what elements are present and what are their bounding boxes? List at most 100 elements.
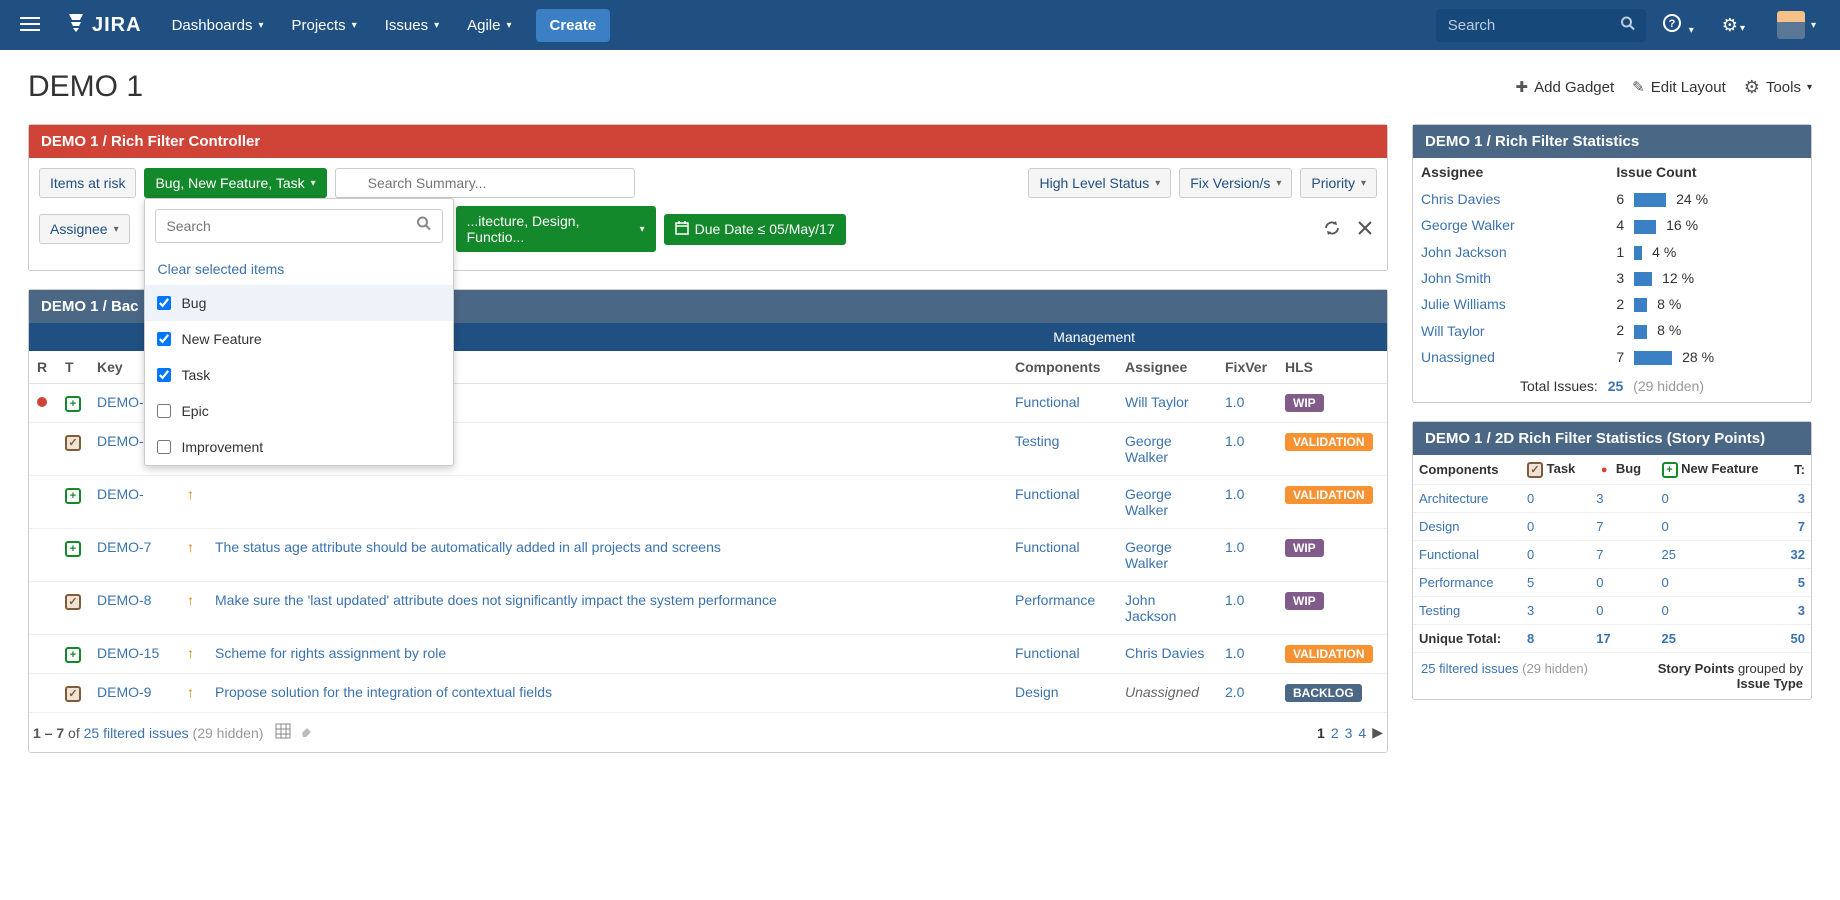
refresh-icon[interactable] <box>1319 215 1345 244</box>
next-page-icon[interactable]: ▶ <box>1372 724 1383 741</box>
stats-assignee-link[interactable]: George Walker <box>1421 217 1515 233</box>
issue-type-filter[interactable]: Bug, New Feature, Task▾ <box>144 168 326 198</box>
col-fixver[interactable]: FixVer <box>1217 351 1277 384</box>
col-hls[interactable]: HLS <box>1277 351 1387 384</box>
page-2[interactable]: 2 <box>1331 725 1339 741</box>
twod-component-link[interactable]: Functional <box>1419 547 1479 562</box>
twod-component-link[interactable]: Performance <box>1419 575 1493 590</box>
settings-icon[interactable]: ⚙▾ <box>1710 15 1757 36</box>
items-at-risk-filter[interactable]: Items at risk <box>39 168 136 198</box>
nav-dashboards[interactable]: Dashboards▾ <box>160 0 276 50</box>
component-link[interactable]: Functional <box>1015 394 1080 410</box>
page-1[interactable]: 1 <box>1317 725 1325 741</box>
stats-assignee-link[interactable]: Julie Williams <box>1421 296 1506 312</box>
newfeature-icon: + <box>65 541 81 557</box>
priority-up-icon: ↑ <box>187 684 194 700</box>
fixver-link[interactable]: 1.0 <box>1225 592 1244 608</box>
components-filter[interactable]: ...itecture, Design, Functio...▾ <box>456 206 656 252</box>
table-row[interactable]: ✓ DEMO-9 ↑ Propose solution for the inte… <box>29 674 1387 713</box>
component-link[interactable]: Functional <box>1015 539 1080 555</box>
add-gadget-button[interactable]: ✚ Add Gadget <box>1516 78 1615 96</box>
fixver-link[interactable]: 1.0 <box>1225 539 1244 555</box>
component-link[interactable]: Functional <box>1015 486 1080 502</box>
create-button[interactable]: Create <box>536 9 611 42</box>
summary-link[interactable]: Make sure the 'last updated' attribute d… <box>215 592 777 608</box>
eraser-icon[interactable] <box>299 723 315 742</box>
twod-component-link[interactable]: Architecture <box>1419 491 1488 506</box>
table-row[interactable]: ✓ DEMO-8 ↑ Make sure the 'last updated' … <box>29 582 1387 635</box>
stats-assignee-link[interactable]: John Jackson <box>1421 244 1507 260</box>
summary-link[interactable]: Propose solution for the integration of … <box>215 684 552 700</box>
dropdown-option-task[interactable]: Task <box>145 357 453 393</box>
assignee-link[interactable]: Will Taylor <box>1125 394 1189 410</box>
assignee-link[interactable]: Chris Davies <box>1125 645 1204 661</box>
nav-issues[interactable]: Issues▾ <box>373 0 451 50</box>
issue-key-link[interactable]: DEMO-8 <box>97 592 151 608</box>
task-icon: ✓ <box>65 594 81 610</box>
hamburger-menu[interactable] <box>12 5 48 46</box>
stats-assignee-link[interactable]: John Smith <box>1421 270 1491 286</box>
issue-key-link[interactable]: DEMO- <box>97 433 144 449</box>
filtered-issues-link[interactable]: 25 filtered issues <box>84 725 189 741</box>
col-assignee[interactable]: Assignee <box>1117 351 1217 384</box>
twod-component-link[interactable]: Design <box>1419 519 1459 534</box>
fixver-link[interactable]: 1.0 <box>1225 645 1244 661</box>
component-link[interactable]: Design <box>1015 684 1059 700</box>
nav-agile[interactable]: Agile▾ <box>455 0 523 50</box>
tools-menu[interactable]: ⚙ Tools ▾ <box>1744 77 1812 98</box>
component-link[interactable]: Functional <box>1015 645 1080 661</box>
fixver-link[interactable]: 2.0 <box>1225 684 1244 700</box>
page-3[interactable]: 3 <box>1345 725 1353 741</box>
dropdown-search-input[interactable] <box>156 210 442 242</box>
fix-version-filter[interactable]: Fix Version/s▾ <box>1179 168 1292 198</box>
table-row[interactable]: + DEMO-7 ↑ The status age attribute shou… <box>29 529 1387 582</box>
issue-key-link[interactable]: DEMO- <box>97 394 144 410</box>
issue-key-link[interactable]: DEMO-15 <box>97 645 159 661</box>
dropdown-option-bug[interactable]: Bug <box>145 285 453 321</box>
page-4[interactable]: 4 <box>1358 725 1366 741</box>
twod-filtered-link[interactable]: 25 filtered issues <box>1421 661 1519 676</box>
twod-component-link[interactable]: Testing <box>1419 603 1460 618</box>
issue-key-link[interactable]: DEMO- <box>97 486 144 502</box>
summary-link[interactable]: The status age attribute should be autom… <box>215 539 721 555</box>
edit-layout-button[interactable]: ✎ Edit Layout <box>1632 78 1726 96</box>
component-link[interactable]: Performance <box>1015 592 1095 608</box>
jira-logo[interactable]: JIRA <box>52 12 156 38</box>
summary-link[interactable]: Scheme for rights assignment by role <box>215 645 446 661</box>
user-menu[interactable]: ▾ <box>1761 11 1828 39</box>
dropdown-option-epic[interactable]: Epic <box>145 393 453 429</box>
assignee-unassigned: Unassigned <box>1125 684 1199 700</box>
stats-assignee-link[interactable]: Chris Davies <box>1421 191 1500 207</box>
fixver-link[interactable]: 1.0 <box>1225 394 1244 410</box>
due-date-filter[interactable]: Due Date ≤ 05/May/17 <box>664 214 846 245</box>
grid-icon[interactable] <box>275 723 291 742</box>
assignee-link[interactable]: George Walker <box>1125 539 1172 571</box>
global-search-input[interactable] <box>1436 9 1646 42</box>
nav-projects[interactable]: Projects▾ <box>280 0 369 50</box>
col-type[interactable]: T <box>57 351 89 384</box>
stats-assignee-link[interactable]: Unassigned <box>1421 349 1495 365</box>
clear-selected-link[interactable]: Clear selected items <box>145 253 453 285</box>
search-summary-input[interactable] <box>335 168 635 198</box>
component-link[interactable]: Testing <box>1015 433 1059 449</box>
fixver-link[interactable]: 1.0 <box>1225 486 1244 502</box>
fixver-link[interactable]: 1.0 <box>1225 433 1244 449</box>
stats-assignee-link[interactable]: Will Taylor <box>1421 323 1485 339</box>
assignee-link[interactable]: George Walker <box>1125 486 1172 518</box>
issue-key-link[interactable]: DEMO-9 <box>97 684 151 700</box>
col-risk[interactable]: R <box>29 351 57 384</box>
dropdown-option-improvement[interactable]: Improvement <box>145 429 453 465</box>
high-level-status-filter[interactable]: High Level Status▾ <box>1028 168 1171 198</box>
table-row[interactable]: + DEMO-15 ↑ Scheme for rights assignment… <box>29 635 1387 674</box>
close-icon[interactable] <box>1353 216 1377 243</box>
issue-key-link[interactable]: DEMO-7 <box>97 539 151 555</box>
table-row[interactable]: + DEMO- ↑ Functional George Walker 1.0 V… <box>29 476 1387 529</box>
col-components[interactable]: Components <box>1007 351 1117 384</box>
assignee-link[interactable]: George Walker <box>1125 433 1172 465</box>
help-icon[interactable]: ? ▾ <box>1650 13 1706 38</box>
assignee-filter[interactable]: Assignee▾ <box>39 214 130 244</box>
priority-filter[interactable]: Priority▾ <box>1300 168 1377 198</box>
stats-row: John Jackson 1 4 % <box>1413 239 1811 265</box>
dropdown-option-new-feature[interactable]: New Feature <box>145 321 453 357</box>
assignee-link[interactable]: John Jackson <box>1125 592 1176 624</box>
